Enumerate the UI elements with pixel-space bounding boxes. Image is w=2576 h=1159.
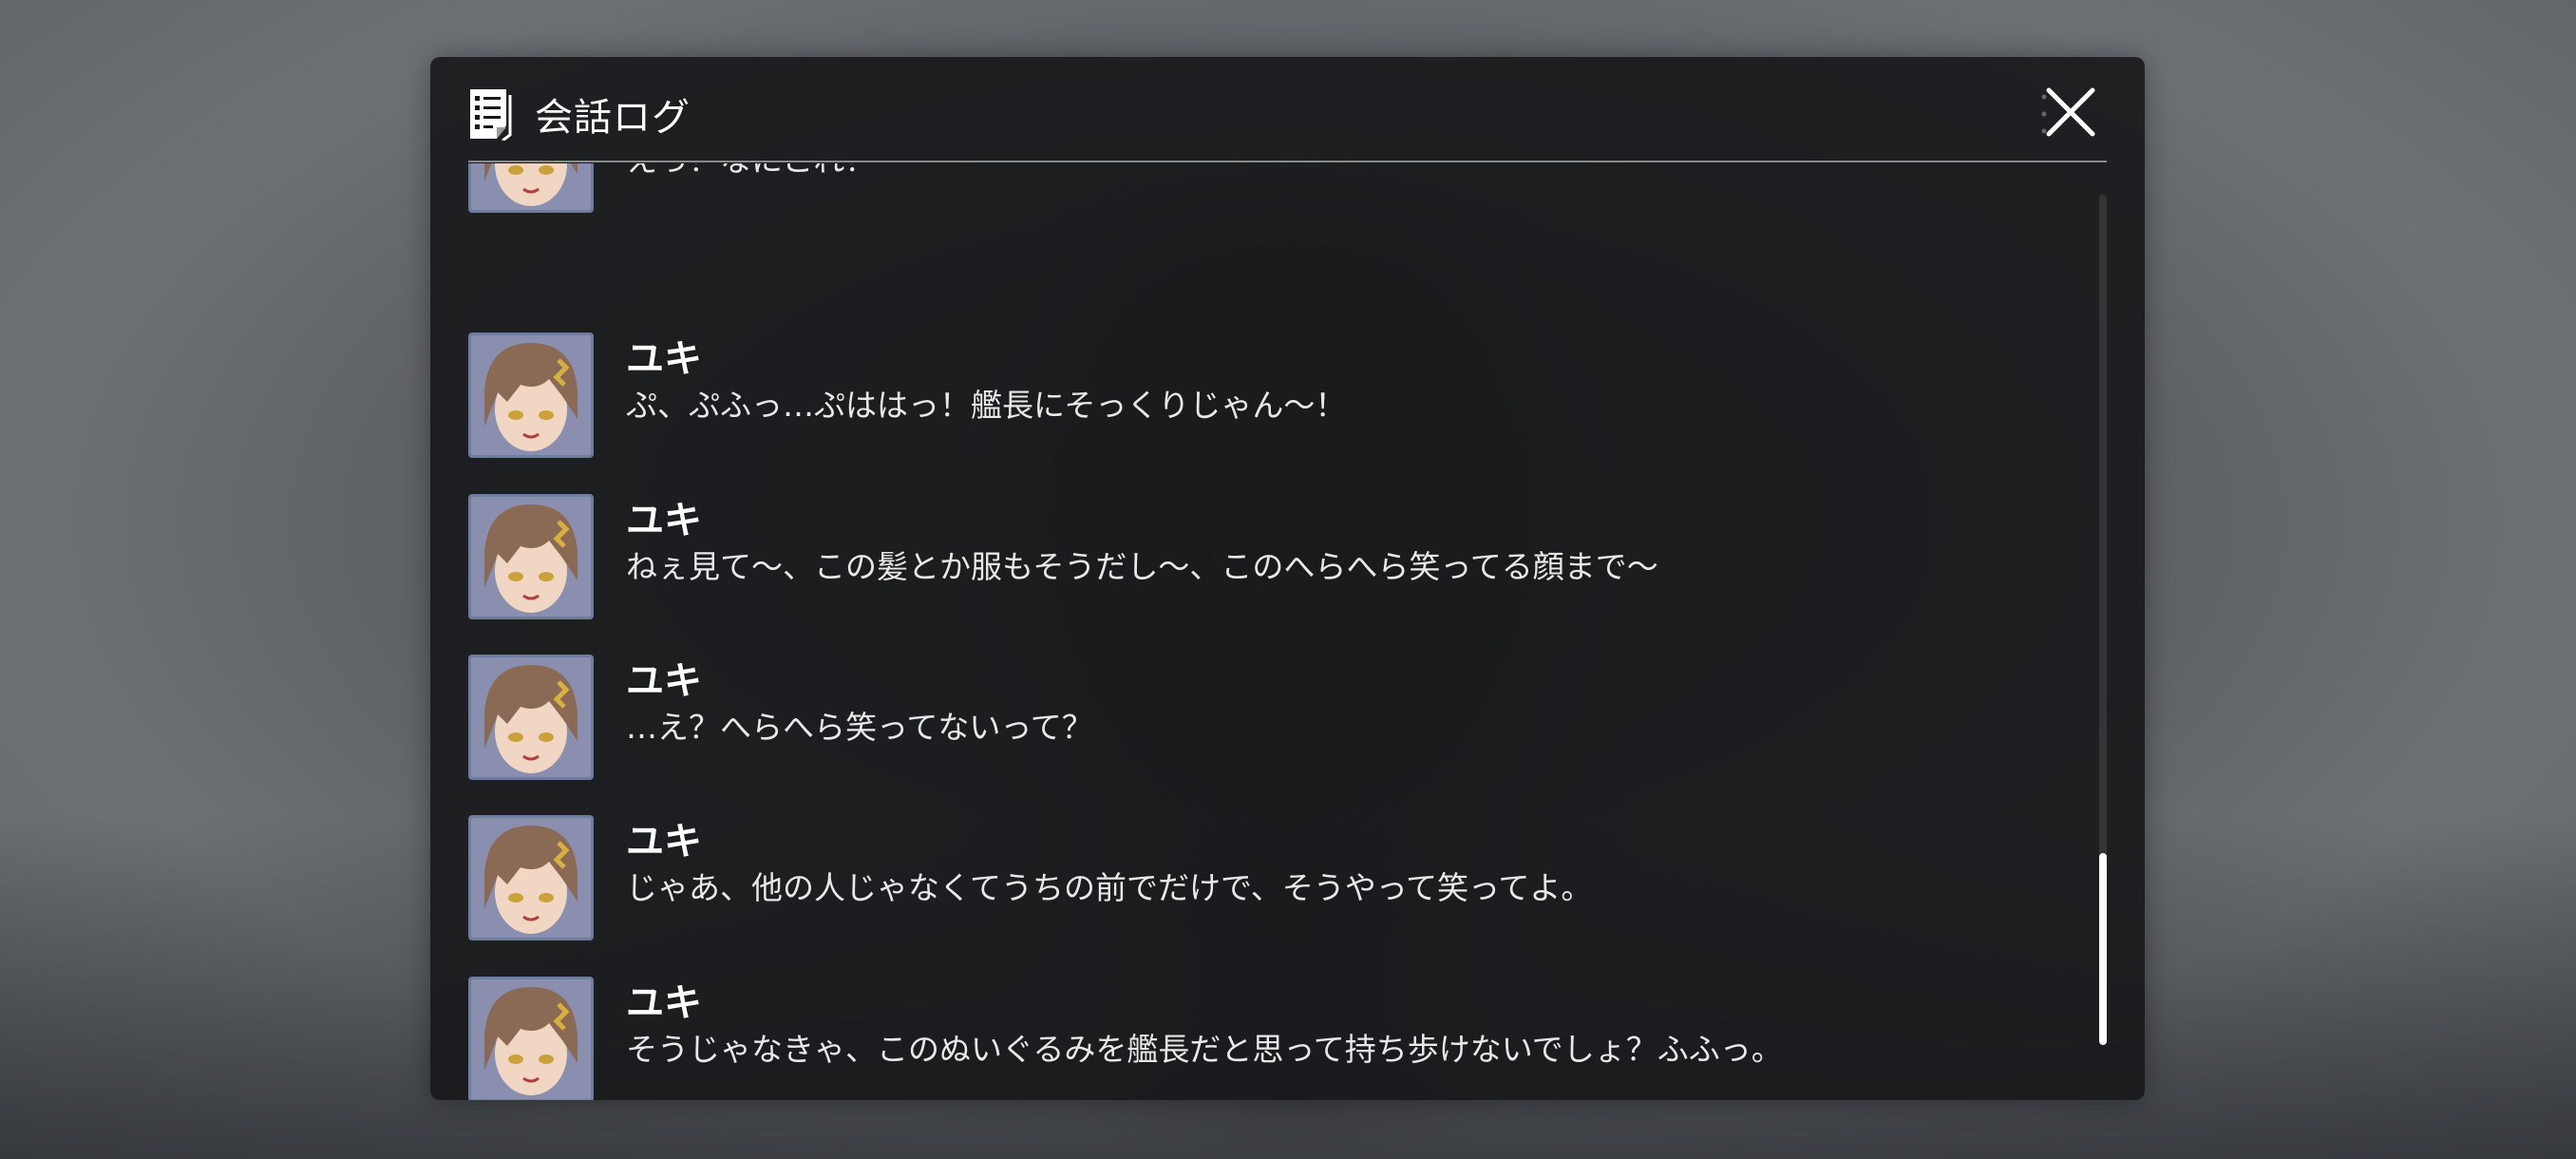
speaker-name: ユキ	[626, 499, 702, 542]
header-divider	[468, 161, 2107, 162]
log-entry: えっ？なにこれ？	[468, 163, 2064, 220]
log-entry: ユキ ぷ、ぷふっ…ぷははっ！艦長にそっくりじゃん〜！	[468, 332, 2064, 466]
speaker-name: ユキ	[626, 820, 702, 864]
dialogue-line: …え？へらへら笑ってないって？	[626, 709, 1093, 746]
panel-title: 会話ログ	[535, 96, 691, 140]
avatar	[468, 977, 594, 1100]
character-portrait-icon	[471, 335, 591, 455]
character-portrait-icon	[471, 979, 591, 1099]
conversation-log-panel: 会話ログ ユキ ぷ、ぷふっ…ぷははっ！艦長にそっくりじゃん〜！ ユキ ねぇ見て〜…	[430, 57, 2145, 1100]
conversation-list[interactable]: えっ？なにこれ？ ユキ ぷ、ぷふっ…ぷははっ！艦長にそっくりじゃん〜！	[468, 163, 2083, 1100]
character-portrait-icon	[471, 818, 591, 938]
character-portrait-icon	[471, 497, 591, 617]
document-list-icon	[470, 89, 512, 141]
panel-header: 会話ログ	[468, 84, 691, 144]
avatar	[468, 655, 594, 780]
log-entry: ユキ そうじゃなきゃ、このぬいぐるみを艦長だと思って持ち歩けないでしょ？ふふっ。	[468, 977, 2064, 1100]
log-entry: ユキ じゃあ、他の人じゃなくてうちの前でだけで、そうやって笑ってよ。	[468, 815, 2064, 948]
dialogue-line: ぷ、ぷふっ…ぷははっ！艦長にそっくりじゃん〜！	[626, 387, 1347, 424]
speaker-name: ユキ	[626, 659, 702, 703]
speaker-name: ユキ	[626, 981, 702, 1025]
close-x-icon	[2046, 87, 2095, 137]
speaker-name: ユキ	[626, 337, 702, 381]
avatar	[468, 163, 594, 213]
avatar	[468, 494, 594, 619]
dialogue-line: えっ？なにこれ？	[626, 163, 876, 182]
scrollbar-thumb[interactable]	[2099, 853, 2107, 1045]
log-entry: ユキ …え？へらへら笑ってないって？	[468, 655, 2064, 788]
dialogue-line: ねぇ見て〜、この髪とか服もそうだし〜、このへらへら笑ってる顔まで〜	[626, 548, 1658, 585]
dialogue-line: そうじゃなきゃ、このぬいぐるみを艦長だと思って持ち歩けないでしょ？ふふっ。	[626, 1031, 1783, 1068]
log-entry: ユキ ねぇ見て〜、この髪とか服もそうだし〜、このへらへら笑ってる顔まで〜	[468, 494, 2064, 627]
close-button[interactable]	[2044, 86, 2097, 139]
dialogue-line: じゃあ、他の人じゃなくてうちの前でだけで、そうやって笑ってよ。	[626, 869, 1593, 906]
avatar	[468, 332, 594, 458]
character-portrait-icon	[471, 657, 591, 777]
scrollbar-track[interactable]	[2099, 195, 2107, 1045]
avatar	[468, 815, 594, 940]
character-portrait-icon	[471, 163, 591, 210]
